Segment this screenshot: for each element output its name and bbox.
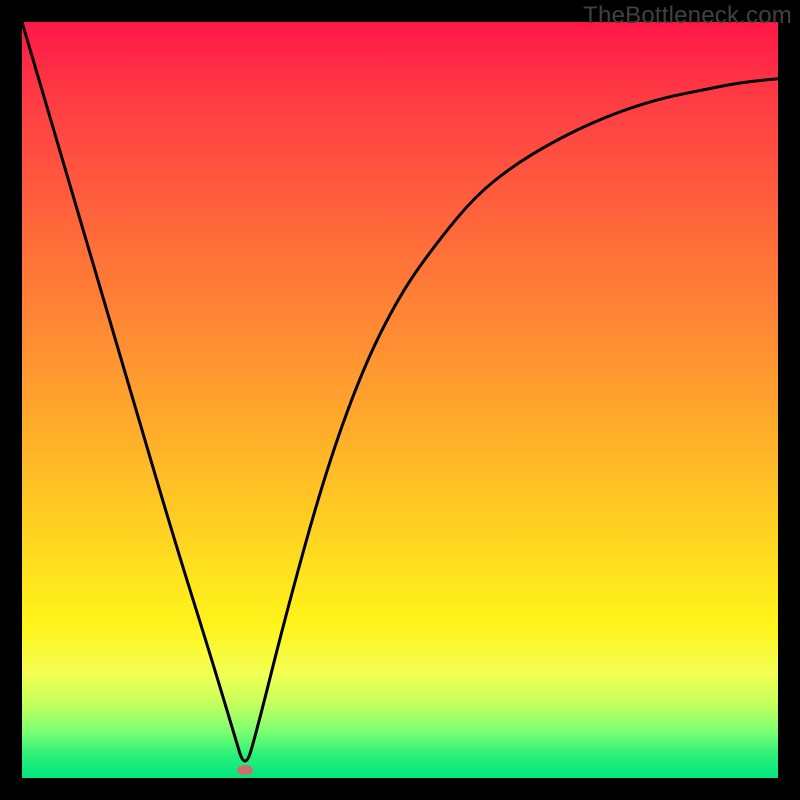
plot-area bbox=[22, 22, 778, 778]
bottleneck-curve bbox=[22, 22, 778, 778]
watermark-text: TheBottleneck.com bbox=[583, 2, 792, 30]
curve-path bbox=[22, 22, 778, 761]
chart-container: TheBottleneck.com bbox=[0, 0, 800, 800]
